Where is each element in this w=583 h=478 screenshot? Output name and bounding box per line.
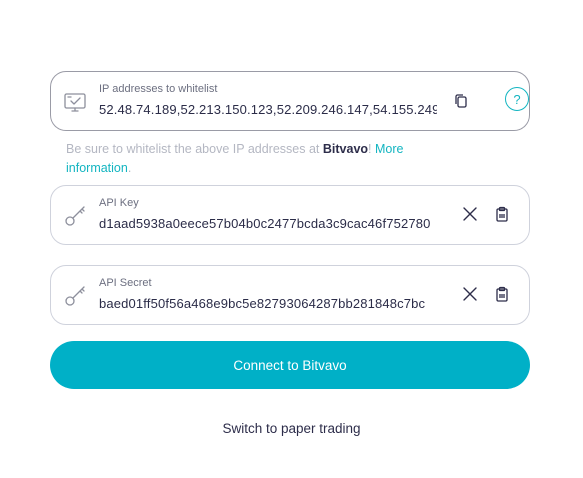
api-secret-label: API Secret: [99, 277, 152, 289]
notice-exchange: Bitvavo: [322, 142, 369, 156]
paste-icon[interactable]: [491, 283, 513, 305]
ip-whitelist-value[interactable]: 52.48.74.189,52.213.150.123,52.209.246.1…: [99, 102, 437, 117]
ip-whitelist-label: IP addresses to whitelist: [99, 83, 218, 95]
close-icon[interactable]: [459, 203, 481, 225]
copy-icon[interactable]: [450, 90, 472, 112]
key-icon: [63, 283, 89, 309]
api-key-input[interactable]: d1aad5938a0eece57b04b0c2477bcda3c9cac46f…: [99, 216, 445, 231]
api-secret-input[interactable]: baed01ff50f56a468e9bc5e82793064287bb2818…: [99, 296, 445, 311]
switch-to-paper-trading-link[interactable]: Switch to paper trading: [0, 421, 583, 436]
api-secret-field[interactable]: API Secret baed01ff50f56a468e9bc5e827930…: [50, 265, 530, 325]
notice-text: Be sure to whitelist the above IP addres…: [66, 142, 323, 156]
help-icon[interactable]: ?: [505, 87, 529, 111]
paste-icon[interactable]: [491, 203, 513, 225]
whitelist-notice: Be sure to whitelist the above IP addres…: [66, 140, 466, 178]
ip-whitelist-field[interactable]: IP addresses to whitelist 52.48.74.189,5…: [50, 71, 530, 131]
notice-text-after: !: [368, 142, 375, 156]
api-key-label: API Key: [99, 197, 139, 209]
connect-button[interactable]: Connect to Bitvavo: [50, 341, 530, 389]
key-icon: [63, 203, 89, 229]
close-icon[interactable]: [459, 283, 481, 305]
api-key-field[interactable]: API Key d1aad5938a0eece57b04b0c2477bcda3…: [50, 185, 530, 245]
notice-end: .: [127, 161, 132, 175]
monitor-check-icon: [63, 89, 89, 115]
